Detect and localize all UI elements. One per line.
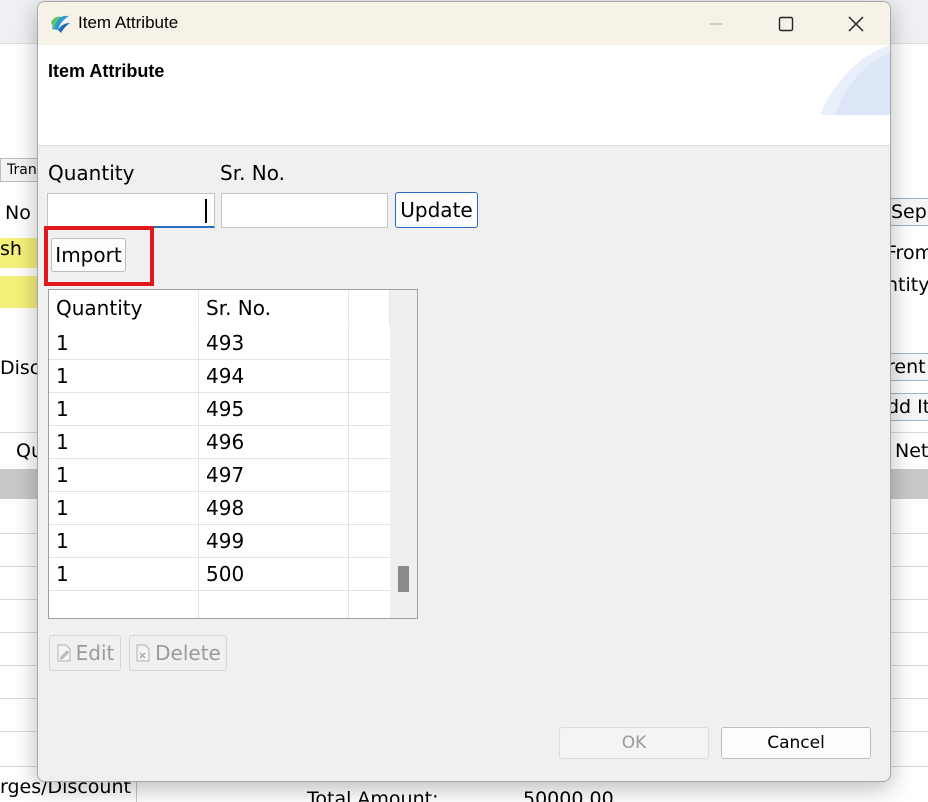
minimize-icon xyxy=(710,22,722,25)
grid-cell-quantity[interactable]: 1 xyxy=(49,525,199,557)
maximize-button[interactable] xyxy=(751,2,821,45)
background-net-column: Net xyxy=(895,440,928,462)
sr-no-input[interactable] xyxy=(221,193,388,228)
grid-row[interactable]: 1 497 xyxy=(49,459,390,492)
grid-cell-quantity[interactable]: 1 xyxy=(49,360,199,392)
text-caret xyxy=(205,199,207,223)
window-title: Item Attribute xyxy=(78,13,179,32)
grid-header-quantity[interactable]: Quantity xyxy=(49,290,199,326)
grid-cell-quantity[interactable]: 1 xyxy=(49,459,199,491)
sr-no-label: Sr. No. xyxy=(220,161,285,185)
edit-icon xyxy=(57,644,71,662)
edit-button-label: Edit xyxy=(75,641,115,665)
grid-cell-sr-no[interactable]: 494 xyxy=(199,360,349,392)
grid-cell-sr-no[interactable]: 496 xyxy=(199,426,349,458)
minimize-button[interactable] xyxy=(681,2,751,45)
quantity-input[interactable] xyxy=(47,193,215,228)
grid-cell-sr-no[interactable]: 498 xyxy=(199,492,349,524)
close-button[interactable] xyxy=(821,2,890,45)
attribute-grid[interactable]: Quantity Sr. No. 1 493 1 494 1 495 1 496… xyxy=(48,289,418,619)
grid-header-blank xyxy=(349,290,390,326)
background-sh-field[interactable]: sh xyxy=(0,238,38,268)
header-decoration xyxy=(820,45,890,115)
grid-cell-quantity[interactable]: 1 xyxy=(49,558,199,590)
grid-cell-sr-no[interactable]: 493 xyxy=(199,327,349,359)
app-logo-icon xyxy=(51,15,70,33)
grid-cell-quantity[interactable]: 1 xyxy=(49,492,199,524)
maximize-icon xyxy=(778,16,794,31)
scrollbar-thumb[interactable] xyxy=(398,566,409,592)
item-attribute-dialog: Item Attribute Item Attribute Quantity S… xyxy=(37,1,891,782)
grid-cell-sr-no[interactable]: 497 xyxy=(199,459,349,491)
grid-row-empty[interactable] xyxy=(49,591,390,618)
dialog-header: Item Attribute xyxy=(38,45,890,146)
close-icon xyxy=(848,15,864,32)
grid-row[interactable]: 1 493 xyxy=(49,327,390,360)
grid-row[interactable]: 1 498 xyxy=(49,492,390,525)
delete-button-label: Delete xyxy=(155,641,221,665)
grid-header-sr-no[interactable]: Sr. No. xyxy=(199,290,349,326)
quantity-label: Quantity xyxy=(48,161,135,185)
background-no-label: No xyxy=(5,202,31,224)
background-total-amount-label: Total Amount: xyxy=(307,788,439,802)
background-disc-label: Disc xyxy=(0,357,41,379)
dialog-header-title: Item Attribute xyxy=(48,61,165,81)
grid-cell-quantity[interactable]: 1 xyxy=(49,327,199,359)
delete-icon xyxy=(136,644,150,662)
background-total-amount-value: 50000.00 xyxy=(523,788,614,802)
grid-cell-sr-no[interactable]: 500 xyxy=(199,558,349,590)
import-highlight-box xyxy=(44,226,154,286)
update-button[interactable]: Update xyxy=(395,192,478,228)
edit-button[interactable]: Edit xyxy=(49,635,121,671)
title-bar[interactable]: Item Attribute xyxy=(38,2,890,45)
grid-row[interactable]: 1 500 xyxy=(49,558,390,591)
grid-cell-sr-no[interactable]: 499 xyxy=(199,525,349,557)
grid-scrollbar[interactable] xyxy=(390,290,417,618)
ok-button[interactable]: OK xyxy=(559,727,709,759)
grid-cell-quantity[interactable]: 1 xyxy=(49,426,199,458)
cancel-button[interactable]: Cancel xyxy=(721,727,871,759)
grid-cell-sr-no[interactable]: 495 xyxy=(199,393,349,425)
grid-row[interactable]: 1 499 xyxy=(49,525,390,558)
delete-button[interactable]: Delete xyxy=(129,635,227,671)
background-from-label: From xyxy=(886,242,928,264)
grid-row[interactable]: 1 494 xyxy=(49,360,390,393)
grid-cell-quantity[interactable]: 1 xyxy=(49,393,199,425)
background-ntity-label: ntity xyxy=(886,274,928,296)
grid-row[interactable]: 1 496 xyxy=(49,426,390,459)
grid-header: Quantity Sr. No. xyxy=(49,290,390,326)
background-yellow-field[interactable] xyxy=(0,276,38,308)
grid-row[interactable]: 1 495 xyxy=(49,393,390,426)
